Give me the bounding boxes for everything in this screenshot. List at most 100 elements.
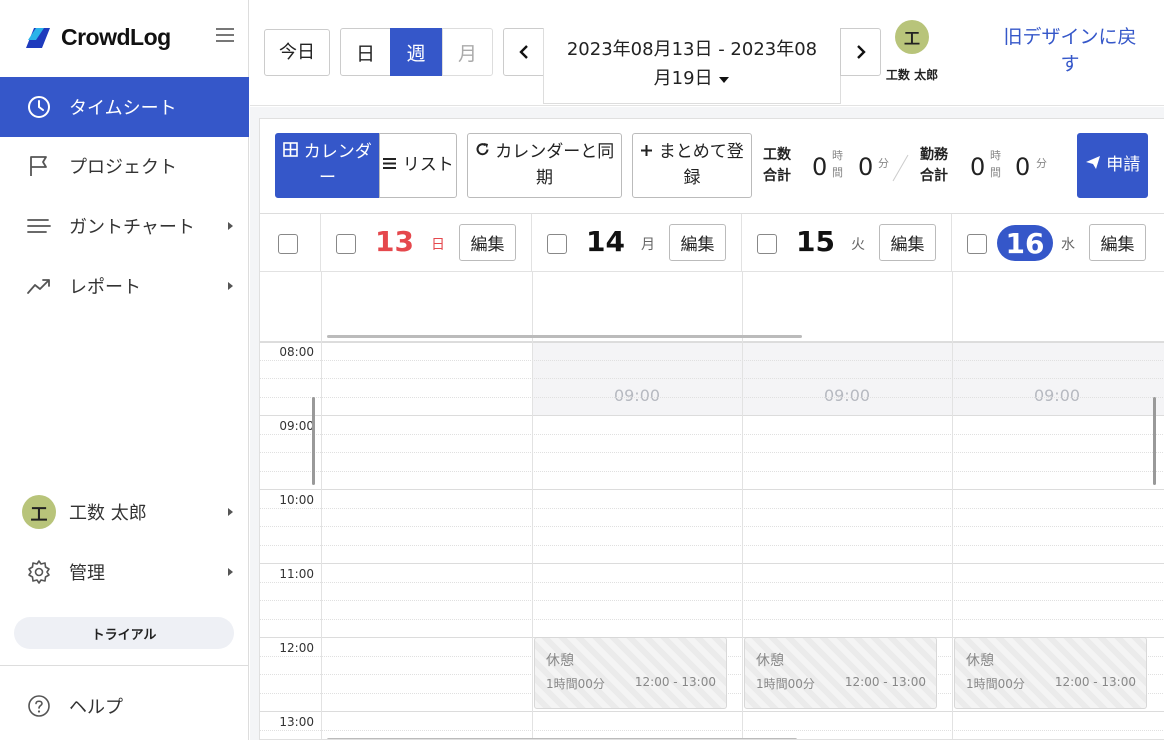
duty-total-label: 勤務 合計 [920,145,948,187]
list-view-button[interactable]: リスト [379,133,457,198]
divider [532,342,533,739]
break-block[interactable]: 休憩 1時間00分 12:00 - 13:00 [954,637,1147,709]
gear-icon [28,560,50,584]
flag-icon [30,156,47,176]
break-block[interactable]: 休憩 1時間00分 12:00 - 13:00 [534,637,727,709]
submit-label: 申請 [1106,154,1141,175]
quarter-line [260,545,1164,546]
select-all-checkbox[interactable] [278,234,298,254]
quarter-line [260,471,1164,472]
divider [742,342,743,739]
horizontal-scrollbar[interactable] [327,335,802,338]
top-header: 今日 日 週 月 2023年08月13日 - 2023年08 月19日 工 工数… [250,0,1164,106]
work-start-marker: 09:00 [823,386,871,405]
time-label: 10:00 [279,493,314,507]
chevron-right-icon [228,508,233,516]
divider [742,272,743,342]
divider [532,272,533,342]
submit-button[interactable]: 申請 [1077,133,1148,198]
logo-row: CrowdLog [0,0,249,77]
day-header-14: 14 月 編集 [532,214,742,272]
header-user[interactable]: 工 工数 太郎 [880,20,944,83]
quarter-line [260,582,1164,583]
time-label: 08:00 [279,345,314,359]
calendar-sync-button[interactable]: カレンダーと同期 [467,133,622,198]
view-day-button[interactable]: 日 [340,28,391,76]
day-header-16: 16 水 編集 [952,214,1164,272]
break-block[interactable]: 休憩 1時間00分 12:00 - 13:00 [744,637,937,709]
logo-text[interactable]: CrowdLog [61,24,171,51]
sidebar-item-project[interactable]: プロジェクト [0,136,249,196]
day-checkbox[interactable] [967,234,987,254]
edit-day-button[interactable]: 編集 [459,224,516,261]
sidebar: CrowdLog タイムシート プロジェクト ガントチャート レポート 工 工数… [0,0,249,740]
duty-hours-value: 0 [970,153,986,181]
day-checkbox[interactable] [547,234,567,254]
chevron-left-icon [518,45,528,59]
timesheet-panel: カレンダー リスト カレンダーと同期 まとめて登録 工数 合計 0 時 間 0 … [259,118,1164,740]
calendar-view-button[interactable]: カレンダー [275,133,380,198]
calendar-sync-label-row: カレンダーと同期 [468,140,621,191]
date-range-picker[interactable]: 2023年08月13日 - 2023年08 月19日 [543,28,841,104]
chevron-right-icon [228,282,233,290]
sidebar-item-report[interactable]: レポート [0,256,249,316]
work-hours-value: 0 [812,153,828,181]
crowdlog-logo-icon [26,28,50,48]
edit-day-button[interactable]: 編集 [879,224,936,261]
next-week-button[interactable] [840,28,881,76]
main-content: カレンダー リスト カレンダーと同期 まとめて登録 工数 合計 0 時 間 0 … [250,107,1164,740]
time-label: 13:00 [279,715,314,729]
sidebar-item-admin[interactable]: 管理 [0,542,249,602]
hamburger-icon[interactable] [216,28,234,44]
divider [321,342,322,739]
select-all-cell [260,214,321,272]
work-minutes-value: 0 [858,153,874,181]
trial-badge[interactable]: トライアル [14,617,234,649]
hour-line [260,415,1164,416]
bulk-register-button[interactable]: まとめて登録 [632,133,752,198]
break-title: 休憩 [756,653,784,669]
sidebar-item-gantt[interactable]: ガントチャート [0,196,249,256]
edit-day-button[interactable]: 編集 [1089,224,1146,261]
sidebar-item-timesheet[interactable]: タイムシート [0,77,249,137]
day-checkbox[interactable] [336,234,356,254]
work-total-label: 工数 合計 [763,145,791,187]
plus-icon [641,145,653,156]
time-label: 09:00 [279,419,314,433]
edit-day-button[interactable]: 編集 [669,224,726,261]
gantt-lines-icon [27,219,51,233]
vertical-scrollbar[interactable] [1153,397,1156,485]
calendar-sync-label: カレンダーと同期 [495,142,615,188]
break-range: 12:00 - 13:00 [1054,675,1136,689]
chevron-right-icon [228,568,233,576]
view-week-button[interactable]: 週 [390,28,442,76]
old-design-link[interactable]: 旧デザインに戻す [996,24,1144,77]
bulk-register-label-row: まとめて登録 [633,140,751,191]
hour-line [260,563,1164,564]
quarter-line [260,397,1164,398]
calendar-view-label: カレンダー [303,142,372,188]
view-month-button[interactable]: 月 [442,28,493,76]
divider [321,272,322,342]
day-of-week: 日 [431,237,445,253]
sidebar-item-user[interactable]: 工 工数 太郎 [0,482,249,542]
sidebar-item-label: タイムシート [69,98,177,119]
divider [892,154,909,182]
sidebar-item-help[interactable]: ヘルプ [0,676,249,736]
divider [0,665,249,666]
day-header-15: 15 火 編集 [742,214,952,272]
quarter-line [260,526,1164,527]
break-range: 12:00 - 13:00 [634,675,716,689]
list-view-label-row: リスト [382,153,454,179]
break-range: 12:00 - 13:00 [844,675,926,689]
vertical-scrollbar[interactable] [312,397,315,485]
day-checkbox[interactable] [757,234,777,254]
today-button[interactable]: 今日 [264,29,330,76]
work-start-marker: 09:00 [1033,386,1081,405]
divider [952,272,953,342]
day-header-13: 13 日 編集 [321,214,532,272]
day-of-week: 水 [1061,237,1075,253]
quarter-line [260,730,1164,731]
day-number: 14 [586,225,625,258]
prev-week-button[interactable] [503,28,544,76]
